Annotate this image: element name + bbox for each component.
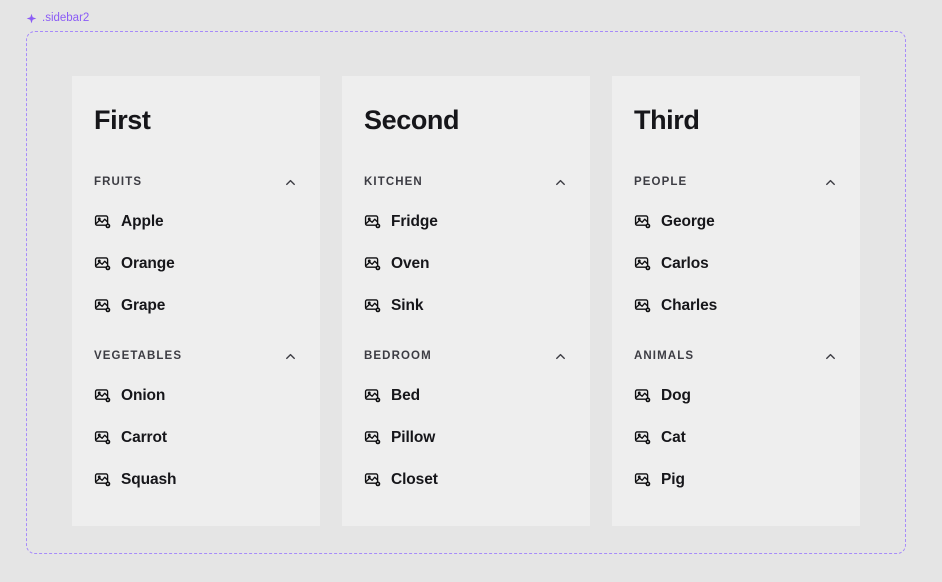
list-item[interactable]: Grape bbox=[94, 294, 298, 318]
panel-title: First bbox=[94, 105, 151, 135]
list-item-label: Apple bbox=[121, 212, 164, 230]
chevron-up-icon[interactable] bbox=[553, 349, 568, 364]
list-item[interactable]: Squash bbox=[94, 468, 298, 492]
image-icon bbox=[94, 431, 111, 445]
group-label: PEOPLE bbox=[634, 175, 688, 188]
group-header-fruits[interactable]: FRUITS bbox=[94, 172, 298, 194]
group-items-animals: Dog Cat Pig bbox=[634, 384, 838, 492]
list-item[interactable]: Orange bbox=[94, 252, 298, 276]
list-item-label: Sink bbox=[391, 296, 424, 314]
group-label: VEGETABLES bbox=[94, 349, 183, 362]
image-icon bbox=[364, 431, 381, 445]
list-item-label: Grape bbox=[121, 296, 166, 314]
chevron-up-icon[interactable] bbox=[823, 349, 838, 364]
image-icon bbox=[364, 389, 381, 403]
group-fruits: FRUITS Apple Orange Grape bbox=[94, 172, 298, 318]
list-item-label: Charles bbox=[661, 296, 718, 314]
list-item-label: Closet bbox=[391, 470, 438, 488]
list-item[interactable]: Onion bbox=[94, 384, 298, 408]
group-kitchen: KITCHEN Fridge Oven Sink bbox=[364, 172, 568, 318]
list-item-label: George bbox=[661, 212, 715, 230]
list-item[interactable]: Closet bbox=[364, 468, 568, 492]
chevron-up-icon[interactable] bbox=[283, 175, 298, 190]
selection-layer-label: .sidebar2 bbox=[26, 12, 90, 25]
image-icon bbox=[94, 299, 111, 313]
sparkle-icon bbox=[26, 13, 37, 24]
image-icon bbox=[94, 389, 111, 403]
list-item-label: Onion bbox=[121, 386, 166, 404]
list-item-label: Pillow bbox=[391, 428, 436, 446]
group-header-people[interactable]: PEOPLE bbox=[634, 172, 838, 194]
group-label: BEDROOM bbox=[364, 349, 432, 362]
chevron-up-icon[interactable] bbox=[553, 175, 568, 190]
list-item[interactable]: George bbox=[634, 210, 838, 234]
list-item-label: Cat bbox=[661, 428, 686, 446]
group-items-people: George Carlos Charles bbox=[634, 210, 838, 318]
list-item-label: Dog bbox=[661, 386, 691, 404]
group-label: FRUITS bbox=[94, 175, 143, 188]
sidebar-column-second: Second KITCHEN Fridge Oven Sink BEDROOM … bbox=[342, 76, 590, 526]
list-item-label: Fridge bbox=[391, 212, 438, 230]
group-label: KITCHEN bbox=[364, 175, 423, 188]
image-icon bbox=[364, 257, 381, 271]
group-items-kitchen: Fridge Oven Sink bbox=[364, 210, 568, 318]
group-header-bedroom[interactable]: BEDROOM bbox=[364, 346, 568, 368]
sidebar-columns: First FRUITS Apple Orange Grape VEGETABL… bbox=[72, 76, 860, 526]
group-vegetables: VEGETABLES Onion Carrot Squash bbox=[94, 346, 298, 492]
list-item-label: Carrot bbox=[121, 428, 167, 446]
group-items-vegetables: Onion Carrot Squash bbox=[94, 384, 298, 492]
list-item-label: Orange bbox=[121, 254, 175, 272]
list-item[interactable]: Charles bbox=[634, 294, 838, 318]
group-people: PEOPLE George Carlos Charles bbox=[634, 172, 838, 318]
image-icon bbox=[634, 389, 651, 403]
list-item-label: Bed bbox=[391, 386, 420, 404]
group-label: ANIMALS bbox=[634, 349, 695, 362]
design-canvas: .sidebar2 First FRUITS Apple Orange Grap… bbox=[0, 0, 942, 582]
list-item[interactable]: Fridge bbox=[364, 210, 568, 234]
group-animals: ANIMALS Dog Cat Pig bbox=[634, 346, 838, 492]
selection-layer-name: .sidebar2 bbox=[42, 12, 90, 24]
list-item[interactable]: Cat bbox=[634, 426, 838, 450]
list-item[interactable]: Dog bbox=[634, 384, 838, 408]
image-icon bbox=[364, 473, 381, 487]
group-header-kitchen[interactable]: KITCHEN bbox=[364, 172, 568, 194]
group-header-vegetables[interactable]: VEGETABLES bbox=[94, 346, 298, 368]
sidebar-column-third: Third PEOPLE George Carlos Charles ANIMA… bbox=[612, 76, 860, 526]
list-item-label: Oven bbox=[391, 254, 430, 272]
image-icon bbox=[634, 473, 651, 487]
list-item-label: Squash bbox=[121, 470, 177, 488]
group-items-bedroom: Bed Pillow Closet bbox=[364, 384, 568, 492]
list-item[interactable]: Oven bbox=[364, 252, 568, 276]
image-icon bbox=[94, 473, 111, 487]
list-item[interactable]: Apple bbox=[94, 210, 298, 234]
group-bedroom: BEDROOM Bed Pillow Closet bbox=[364, 346, 568, 492]
list-item[interactable]: Pig bbox=[634, 468, 838, 492]
list-item[interactable]: Pillow bbox=[364, 426, 568, 450]
list-item[interactable]: Bed bbox=[364, 384, 568, 408]
chevron-up-icon[interactable] bbox=[283, 349, 298, 364]
chevron-up-icon[interactable] bbox=[823, 175, 838, 190]
list-item-label: Pig bbox=[661, 470, 685, 488]
list-item[interactable]: Sink bbox=[364, 294, 568, 318]
panel-title: Second bbox=[364, 105, 460, 135]
image-icon bbox=[634, 257, 651, 271]
image-icon bbox=[364, 299, 381, 313]
image-icon bbox=[94, 257, 111, 271]
sidebar-column-first: First FRUITS Apple Orange Grape VEGETABL… bbox=[72, 76, 320, 526]
image-icon bbox=[94, 215, 111, 229]
image-icon bbox=[634, 431, 651, 445]
group-items-fruits: Apple Orange Grape bbox=[94, 210, 298, 318]
list-item[interactable]: Carrot bbox=[94, 426, 298, 450]
panel-title: Third bbox=[634, 105, 700, 135]
image-icon bbox=[634, 299, 651, 313]
list-item[interactable]: Carlos bbox=[634, 252, 838, 276]
group-header-animals[interactable]: ANIMALS bbox=[634, 346, 838, 368]
image-icon bbox=[634, 215, 651, 229]
image-icon bbox=[364, 215, 381, 229]
list-item-label: Carlos bbox=[661, 254, 709, 272]
